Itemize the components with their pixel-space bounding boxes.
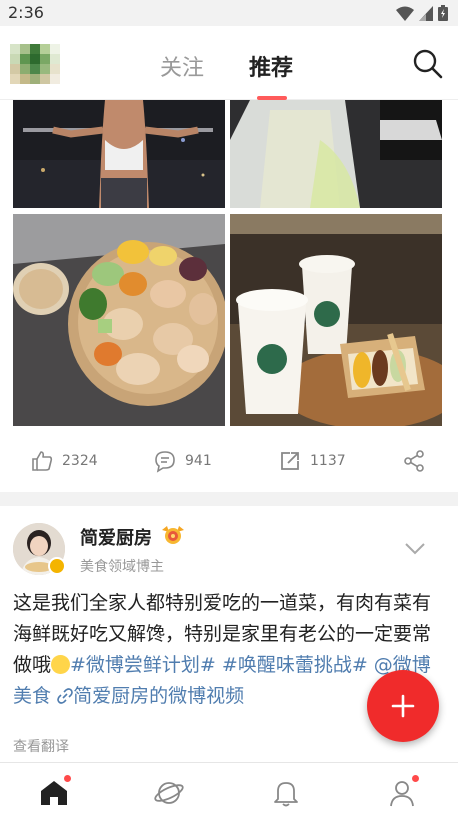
- video-link[interactable]: 简爱厨房的微博视频: [57, 685, 244, 707]
- plus-icon: [391, 694, 415, 718]
- post-image-salad-bowl[interactable]: [13, 214, 225, 426]
- profile-notification-dot: [412, 775, 419, 782]
- home-notification-dot: [64, 775, 71, 782]
- chevron-down-icon[interactable]: [404, 542, 426, 556]
- feed-divider: [0, 492, 458, 506]
- verified-badge: [48, 557, 66, 575]
- home-icon[interactable]: [38, 777, 70, 809]
- repost-button[interactable]: 1137: [278, 448, 346, 474]
- repost-icon: [281, 452, 299, 470]
- thumbs-up-icon: [32, 451, 53, 471]
- signal-icon: [419, 5, 433, 21]
- app-header: 关注 推荐: [0, 26, 458, 100]
- post-image-bottle[interactable]: [230, 100, 442, 208]
- repost-count: 1137: [310, 453, 346, 469]
- tab-recommend[interactable]: 推荐: [249, 50, 293, 82]
- link-icon: [57, 688, 73, 704]
- like-button[interactable]: 2324: [30, 448, 98, 474]
- bell-icon[interactable]: [270, 777, 302, 809]
- profile-icon[interactable]: [386, 777, 418, 809]
- video-link-label: 简爱厨房的微博视频: [73, 685, 245, 707]
- my-avatar[interactable]: [10, 44, 60, 86]
- post-image-coffee[interactable]: [230, 214, 442, 426]
- author-name[interactable]: 简爱厨房: [80, 524, 152, 550]
- comment-count: 941: [185, 453, 212, 469]
- search-icon[interactable]: [412, 48, 444, 80]
- status-time: 2:36: [8, 3, 44, 22]
- post-image-gym[interactable]: [13, 100, 225, 208]
- share-button[interactable]: [402, 448, 426, 474]
- share-icon: [404, 450, 424, 472]
- status-icons: [396, 5, 448, 21]
- fan-medal-icon: [162, 526, 184, 544]
- hashtag-link[interactable]: #微博尝鲜计划#: [70, 654, 216, 676]
- tab-follow[interactable]: 关注: [160, 50, 204, 82]
- translate-link[interactable]: 查看翻译: [13, 736, 69, 756]
- wifi-icon: [396, 6, 414, 21]
- compose-button[interactable]: [367, 670, 439, 742]
- comment-icon: [155, 451, 175, 473]
- status-bar: 2:36: [0, 0, 458, 26]
- comment-button[interactable]: 941: [153, 448, 212, 474]
- bottom-nav: [0, 762, 458, 820]
- discover-planet-icon[interactable]: [153, 777, 185, 809]
- like-count: 2324: [62, 453, 98, 469]
- hashtag-link[interactable]: #唤醒味蕾挑战#: [222, 654, 368, 676]
- smile-emoji-icon: [51, 655, 71, 674]
- author-description: 美食领域博主: [80, 559, 164, 575]
- battery-icon: [438, 5, 448, 21]
